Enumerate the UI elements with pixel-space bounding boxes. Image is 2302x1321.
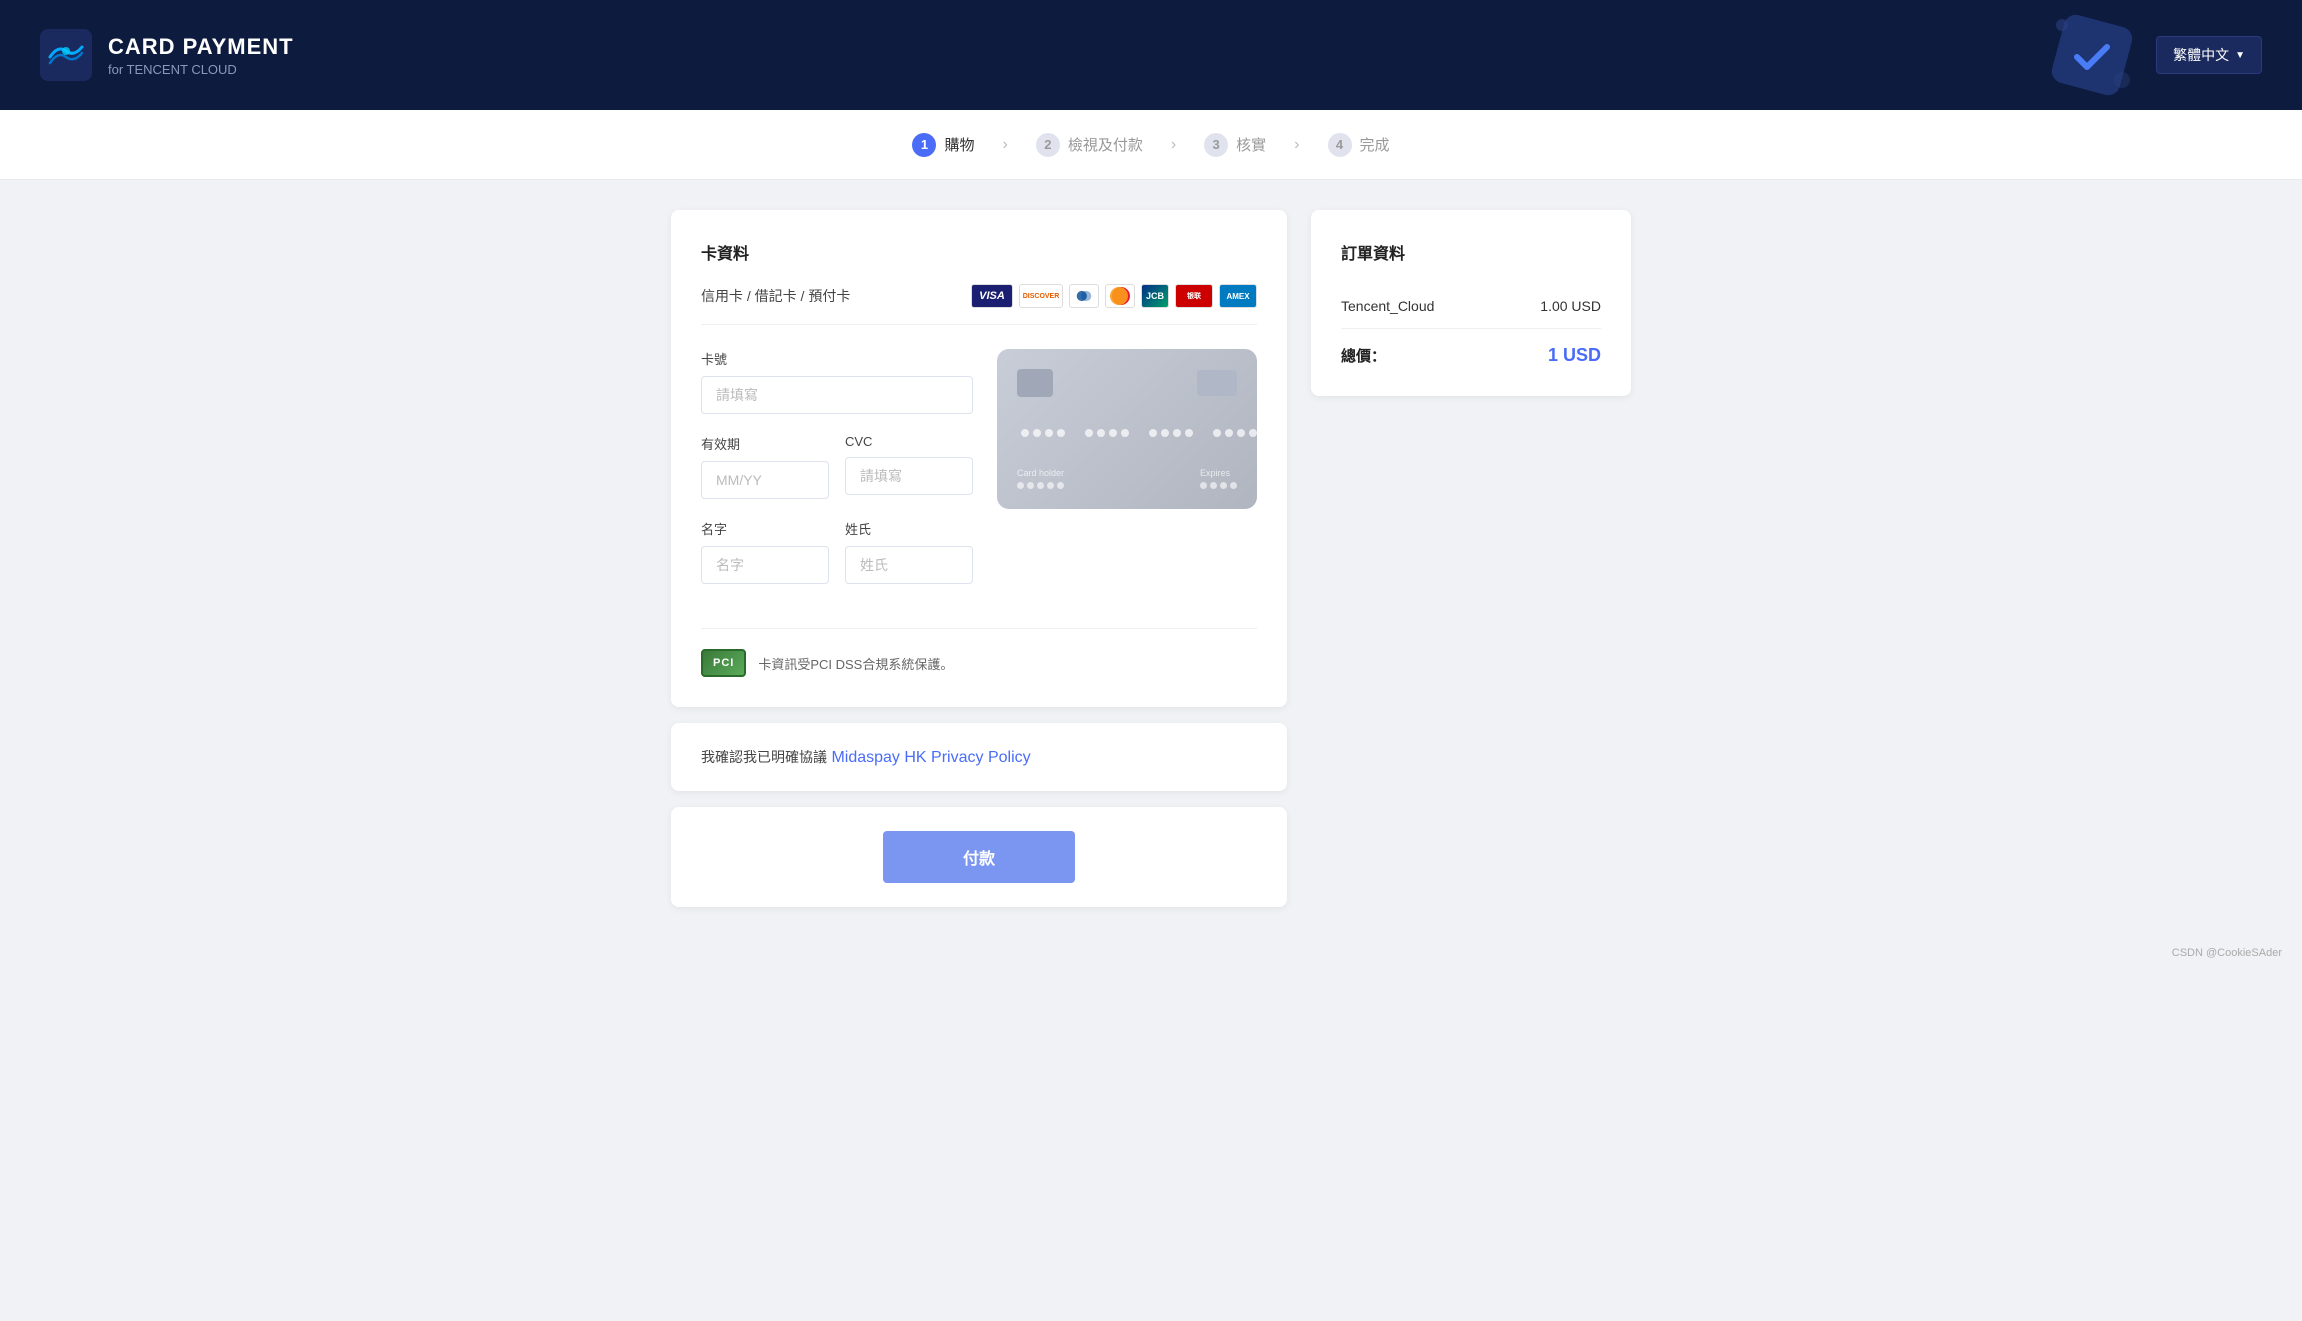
card-expires-dots [1200,482,1237,489]
main-content: 卡資料 信用卡 / 借記卡 / 預付卡 VISA DISCOVER [651,210,1651,907]
privacy-policy-link[interactable]: Midaspay HK Privacy Policy [831,749,1030,766]
first-name-input[interactable] [701,546,829,584]
expiry-input[interactable] [701,461,829,499]
header: CARD PAYMENT for TENCENT CLOUD 繁體中文 ▼ [0,0,2302,110]
header-title: CARD PAYMENT [108,34,294,60]
order-total-row: 總價： 1 USD [1341,329,1601,366]
header-decoration [2042,5,2142,105]
card-expires-label: Expires [1200,468,1237,478]
pci-text: 卡資訊受PCI DSS合規系統保護。 [758,654,953,673]
card-number-dots [1017,429,1237,437]
header-left: CARD PAYMENT for TENCENT CLOUD [40,29,294,81]
card-number-group: 卡號 [701,349,973,414]
card-form-panel: 卡資料 信用卡 / 借記卡 / 預付卡 VISA DISCOVER [671,210,1287,707]
discover-logo: DISCOVER [1019,284,1063,308]
card-holder-label: Card holder [1017,468,1064,478]
card-visual: Card holder Expires [997,349,1257,509]
order-item: Tencent_Cloud 1.00 USD [1341,284,1601,329]
card-section: 卡號 有效期 CVC [701,349,1257,604]
order-total-label: 總價： [1341,345,1386,366]
card-holder-field: Card holder [1017,468,1064,489]
cvc-input[interactable] [845,457,973,495]
tencent-cloud-logo [40,29,92,81]
visa-logo: VISA [971,284,1013,308]
left-column: 卡資料 信用卡 / 借記卡 / 預付卡 VISA DISCOVER [671,210,1287,907]
diners-logo [1069,284,1099,308]
step-3[interactable]: 3 核實 [1184,133,1286,157]
card-type-label: 信用卡 / 借記卡 / 預付卡 [701,286,850,306]
card-network-placeholder [1197,370,1237,396]
expiry-group: 有效期 [701,434,829,499]
card-number-label: 卡號 [701,349,973,368]
language-label: 繁體中文 [2173,45,2229,65]
stepper-bar: 1 購物 › 2 檢視及付款 › 3 核實 › 4 完成 [0,110,2302,180]
step-chevron-3: › [1286,136,1307,154]
cvc-group: CVC [845,434,973,499]
step-4-label: 完成 [1360,134,1390,155]
form-panel-title: 卡資料 [701,240,1257,264]
unionpay-logo: 银联 [1175,284,1213,308]
card-visual-top [1017,369,1237,397]
order-item-name: Tencent_Cloud [1341,298,1434,314]
step-2[interactable]: 2 檢視及付款 [1016,133,1163,157]
step-4[interactable]: 4 完成 [1308,133,1410,157]
agreement-text-before: 我確認我已明確協議 [701,749,827,765]
step-chevron-2: › [1163,136,1184,154]
first-name-group: 名字 [701,519,829,584]
cvc-label: CVC [845,434,973,449]
last-name-group: 姓氏 [845,519,973,584]
submit-panel: 付款 [671,807,1287,907]
card-bottom: Card holder Expires [1017,468,1237,489]
name-row: 名字 姓氏 [701,519,973,604]
order-total-price: 1 USD [1548,345,1601,366]
step-1-label: 購物 [944,134,974,155]
first-name-label: 名字 [701,519,829,538]
card-logos: VISA DISCOVER JCB 银联 AMEX [971,284,1257,308]
step-1[interactable]: 1 購物 [892,133,994,157]
card-chip-icon [1017,369,1053,397]
language-button[interactable]: 繁體中文 ▼ [2156,36,2262,74]
amex-logo: AMEX [1219,284,1257,308]
card-fields: 卡號 有效期 CVC [701,349,973,604]
agreement-panel: 我確認我已明確協議 Midaspay HK Privacy Policy [671,723,1287,791]
footer-note: CSDN @CookieSAder [0,937,2302,969]
step-2-number: 2 [1036,133,1060,157]
card-type-row: 信用卡 / 借記卡 / 預付卡 VISA DISCOVER JCB 银联 [701,284,1257,325]
jcb-logo: JCB [1141,284,1169,308]
pay-button[interactable]: 付款 [883,831,1075,883]
pci-badge-icon: PCI [701,649,746,677]
step-2-label: 檢視及付款 [1068,134,1143,155]
chevron-down-icon: ▼ [2235,50,2245,61]
step-1-number: 1 [912,133,936,157]
card-number-input[interactable] [701,376,973,414]
card-holder-dots [1017,482,1064,489]
step-3-label: 核實 [1236,134,1266,155]
pci-row: PCI 卡資訊受PCI DSS合規系統保護。 [701,628,1257,677]
order-title: 訂單資料 [1341,240,1601,264]
header-subtitle: for TENCENT CLOUD [108,62,294,77]
last-name-label: 姓氏 [845,519,973,538]
step-3-number: 3 [1204,133,1228,157]
card-expires-field: Expires [1200,468,1237,489]
step-chevron-1: › [994,136,1015,154]
step-4-number: 4 [1328,133,1352,157]
expiry-label: 有效期 [701,434,829,453]
expiry-cvc-row: 有效期 CVC [701,434,973,519]
order-item-price: 1.00 USD [1540,298,1601,314]
last-name-input[interactable] [845,546,973,584]
order-panel: 訂單資料 Tencent_Cloud 1.00 USD 總價： 1 USD [1311,210,1631,396]
header-title-block: CARD PAYMENT for TENCENT CLOUD [108,34,294,77]
card-preview: Card holder Expires [997,349,1257,604]
mastercard-logo [1105,284,1135,308]
